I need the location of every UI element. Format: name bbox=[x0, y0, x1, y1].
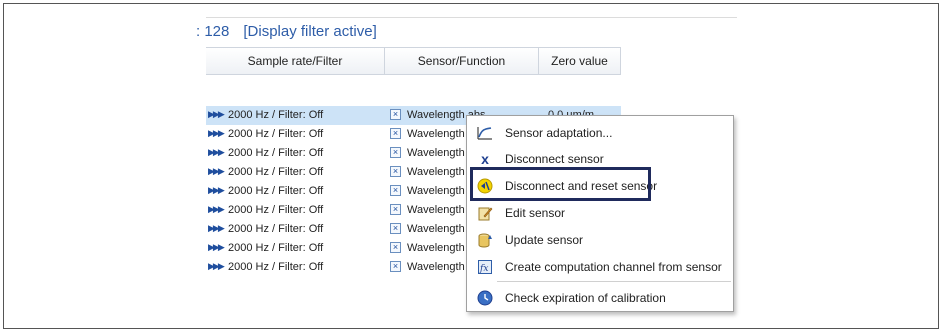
computation-channel-icon: fx bbox=[477, 259, 493, 275]
stream-arrows-icon: ▶▶▶ bbox=[208, 242, 225, 252]
edit-sensor-icon bbox=[477, 205, 493, 221]
svg-text:fx: fx bbox=[479, 264, 488, 274]
column-header-sensor-function[interactable]: Sensor/Function bbox=[385, 47, 539, 75]
sensor-function-cell: Wavelength bbox=[407, 147, 465, 159]
sensor-function-cell: Wavelength bbox=[407, 185, 465, 197]
menu-item-check-calibration[interactable]: Check expiration of calibration bbox=[467, 285, 733, 311]
sensor-checkbox-icon[interactable]: × bbox=[390, 109, 401, 120]
sensor-function-cell: Wavelength bbox=[407, 204, 465, 216]
calibration-clock-icon bbox=[477, 290, 493, 306]
stream-arrows-icon: ▶▶▶ bbox=[208, 185, 225, 195]
sample-rate-cell: 2000 Hz / Filter: Off bbox=[228, 147, 324, 159]
sensor-checkbox-icon[interactable]: × bbox=[390, 261, 401, 272]
sensor-checkbox-icon[interactable]: × bbox=[390, 204, 401, 215]
stream-arrows-icon: ▶▶▶ bbox=[208, 166, 225, 176]
top-divider bbox=[206, 17, 737, 18]
channel-count: : 128 bbox=[196, 23, 230, 40]
sensor-function-cell: Wavelength bbox=[407, 128, 465, 140]
stream-arrows-icon: ▶▶▶ bbox=[208, 109, 225, 119]
sensor-adaptation-icon bbox=[477, 125, 493, 141]
sensor-context-menu: Sensor adaptation... x Disconnect sensor… bbox=[466, 115, 734, 312]
menu-item-label: Disconnect sensor bbox=[505, 152, 604, 166]
sample-rate-cell: 2000 Hz / Filter: Off bbox=[228, 128, 324, 140]
menu-item-label: Sensor adaptation... bbox=[505, 126, 613, 140]
stream-arrows-icon: ▶▶▶ bbox=[208, 204, 225, 214]
menu-separator bbox=[497, 281, 731, 282]
sensor-function-cell: Wavelength bbox=[407, 166, 465, 178]
stream-arrows-icon: ▶▶▶ bbox=[208, 147, 225, 157]
sensor-function-cell: Wavelength bbox=[407, 261, 465, 273]
sensor-checkbox-icon[interactable]: × bbox=[390, 166, 401, 177]
stream-arrows-icon: ▶▶▶ bbox=[208, 223, 225, 233]
sample-rate-cell: 2000 Hz / Filter: Off bbox=[228, 242, 324, 254]
stream-arrows-icon: ▶▶▶ bbox=[208, 128, 225, 138]
stream-arrows-icon: ▶▶▶ bbox=[208, 261, 225, 271]
sensor-function-cell: Wavelength bbox=[407, 242, 465, 254]
column-header-sample-rate[interactable]: Sample rate/Filter bbox=[206, 47, 385, 75]
channel-count-header: : 128 [Display filter active] bbox=[196, 23, 391, 40]
disconnect-x-icon: x bbox=[481, 151, 489, 167]
update-sensor-icon bbox=[477, 232, 493, 248]
menu-item-label: Create computation channel from sensor bbox=[505, 260, 722, 274]
sensor-checkbox-icon[interactable]: × bbox=[390, 147, 401, 158]
sensor-function-cell: Wavelength bbox=[407, 223, 465, 235]
menu-item-edit-sensor[interactable]: Edit sensor bbox=[467, 200, 733, 226]
display-filter-status: [Display filter active] bbox=[243, 23, 377, 40]
sensor-checkbox-icon[interactable]: × bbox=[390, 223, 401, 234]
sample-rate-cell: 2000 Hz / Filter: Off bbox=[228, 166, 324, 178]
menu-item-update-sensor[interactable]: Update sensor bbox=[467, 227, 733, 253]
menu-item-label: Check expiration of calibration bbox=[505, 291, 666, 305]
sensor-checkbox-icon[interactable]: × bbox=[390, 242, 401, 253]
menu-item-create-computation-channel[interactable]: fx Create computation channel from senso… bbox=[467, 254, 733, 280]
menu-item-label: Edit sensor bbox=[505, 206, 566, 220]
menu-item-sensor-adaptation[interactable]: Sensor adaptation... bbox=[467, 120, 733, 146]
sensor-checkbox-icon[interactable]: × bbox=[390, 185, 401, 196]
menu-item-label: Update sensor bbox=[505, 233, 584, 247]
sample-rate-cell: 2000 Hz / Filter: Off bbox=[228, 261, 324, 273]
sample-rate-cell: 2000 Hz / Filter: Off bbox=[228, 204, 324, 216]
sample-rate-cell: 2000 Hz / Filter: Off bbox=[228, 185, 324, 197]
sample-rate-cell: 2000 Hz / Filter: Off bbox=[228, 223, 324, 235]
column-header-zero-value[interactable]: Zero value bbox=[539, 47, 621, 75]
sample-rate-cell: 2000 Hz / Filter: Off bbox=[228, 109, 324, 121]
highlight-callout-box bbox=[470, 167, 651, 201]
sensor-checkbox-icon[interactable]: × bbox=[390, 128, 401, 139]
